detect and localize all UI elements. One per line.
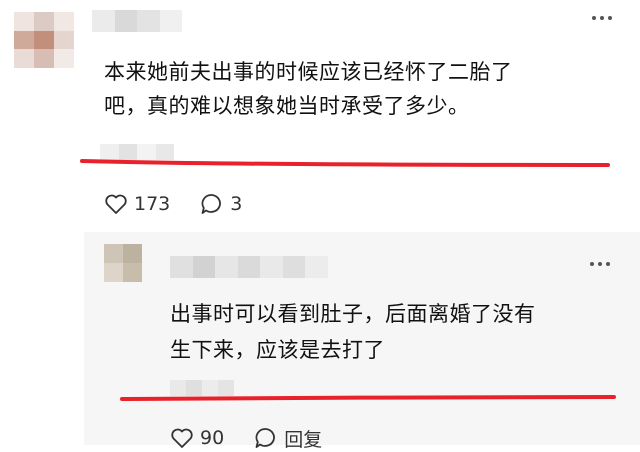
reply-avatar[interactable] xyxy=(104,244,142,282)
reply-actions: 90 回复 xyxy=(170,424,322,452)
like-count: 173 xyxy=(134,193,171,215)
heart-icon xyxy=(171,428,193,448)
reply-count: 3 xyxy=(230,193,243,215)
comment-text: 本来她前夫出事的时候应该已经怀了二胎了 吧，真的难以想象她当时承受了多少。 xyxy=(104,55,624,123)
like-button[interactable]: 173 xyxy=(104,193,170,215)
reply-username-pixelated[interactable] xyxy=(170,256,328,278)
comment-actions: 173 3 xyxy=(104,190,242,218)
reply-text-line: 生下来，应该是去打了 xyxy=(170,338,385,362)
speech-bubble-icon xyxy=(201,194,222,214)
heart-icon xyxy=(105,194,127,214)
reply-text: 出事时可以看到肚子，后面离婚了没有 生下来，应该是去打了 xyxy=(170,296,630,368)
reply-like-count: 90 xyxy=(200,427,225,449)
comment-text-line: 吧，真的难以想象她当时承受了多少。 xyxy=(104,94,470,118)
red-underline xyxy=(120,395,616,401)
avatar[interactable] xyxy=(14,12,74,68)
reply-like-button[interactable]: 90 xyxy=(170,427,224,449)
username-pixelated[interactable] xyxy=(92,10,182,32)
reply-reply-button[interactable]: 回复 xyxy=(254,425,322,452)
reply-label: 回复 xyxy=(284,428,323,451)
speech-bubble-icon xyxy=(255,428,276,448)
more-dots-icon[interactable] xyxy=(592,16,612,20)
more-dots-icon[interactable] xyxy=(590,262,610,266)
comment-text-line: 本来她前夫出事的时候应该已经怀了二胎了 xyxy=(104,60,513,84)
reply-button[interactable]: 3 xyxy=(200,193,242,215)
red-underline xyxy=(80,159,610,167)
reply-text-line: 出事时可以看到肚子，后面离婚了没有 xyxy=(170,302,536,326)
